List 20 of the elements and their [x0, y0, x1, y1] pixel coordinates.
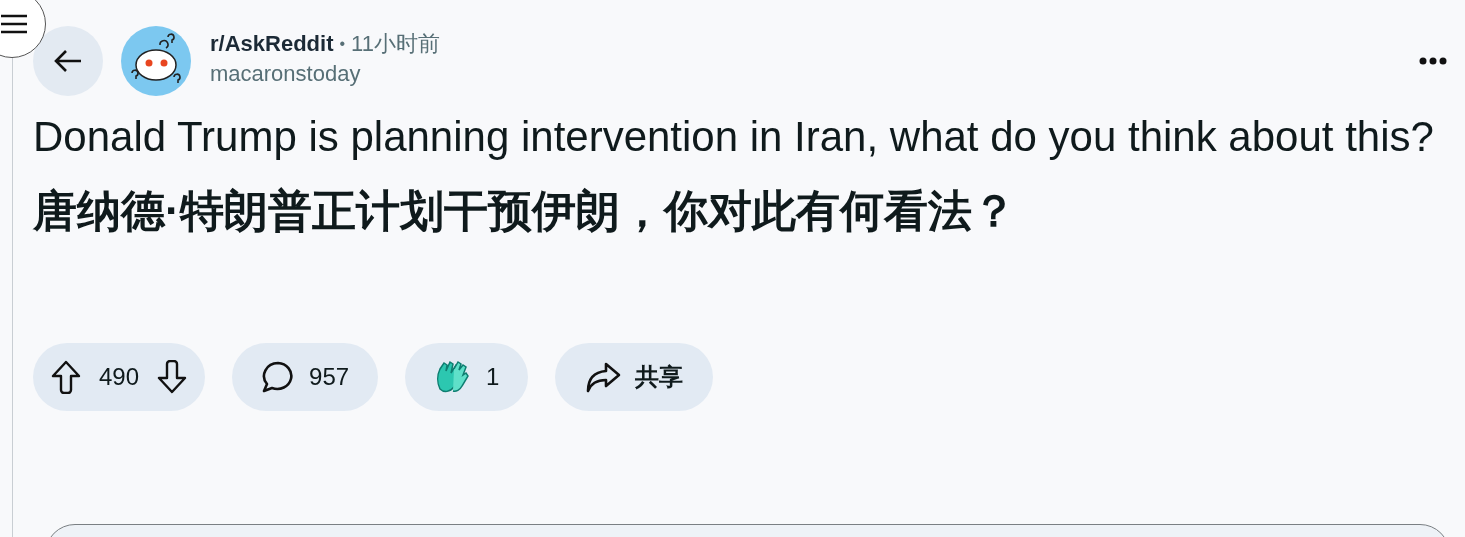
- clapping-hands-icon: [434, 359, 471, 395]
- post-time: 11小时前: [351, 30, 440, 58]
- share-button[interactable]: 共享: [555, 343, 714, 411]
- share-arrow-icon: [585, 361, 622, 393]
- menu-icon: [1, 13, 27, 35]
- back-arrow-icon: [53, 49, 83, 73]
- downvote-icon[interactable]: [157, 360, 188, 394]
- upvote-icon[interactable]: [51, 360, 81, 394]
- more-icon: [1419, 57, 1447, 65]
- vote-count: 490: [99, 362, 140, 392]
- post-title-translation: 唐纳德·特朗普正计划干预伊朗，你对此有何看法？: [33, 185, 1017, 237]
- separator-dot: •: [339, 34, 346, 54]
- subreddit-link[interactable]: r/AskReddit: [210, 29, 334, 59]
- comment-bubble-icon: [261, 361, 296, 393]
- post-title: Donald Trump is planning intervention in Iran, what do you think about this?: [33, 112, 1435, 162]
- subreddit-avatar-icon: [120, 25, 192, 97]
- comments-button[interactable]: 957: [232, 343, 379, 411]
- more-options-button[interactable]: [1419, 57, 1447, 65]
- award-button[interactable]: 1: [405, 343, 529, 411]
- author-link[interactable]: macaronstoday: [210, 59, 440, 89]
